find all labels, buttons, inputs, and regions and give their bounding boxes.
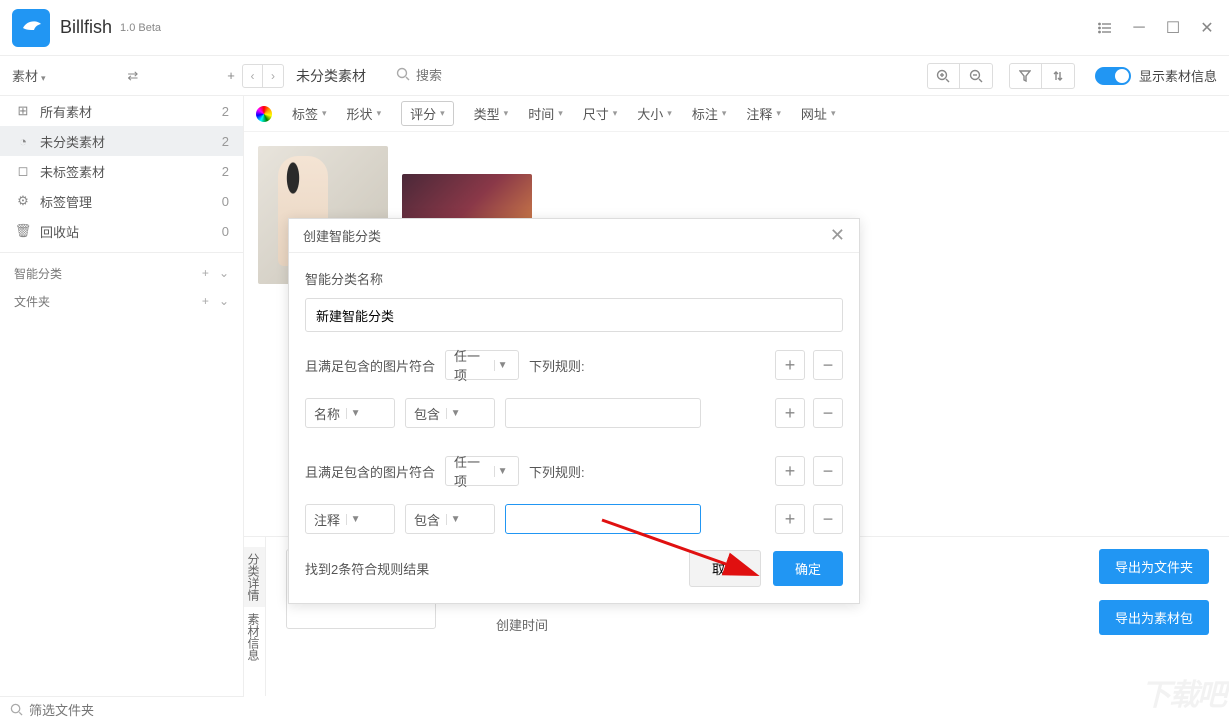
zoom-out-icon[interactable]: [960, 64, 992, 88]
rule-remove-button[interactable]: −: [813, 504, 843, 534]
grid-icon: ⊞: [14, 103, 32, 119]
modal-title: 创建智能分类: [303, 226, 381, 245]
plus-icon[interactable]: +: [202, 266, 209, 280]
sidebar-title[interactable]: 素材: [12, 66, 46, 85]
filter-row: 标签 形状 评分 类型 时间 尺寸 大小 标注 注释 网址: [244, 96, 1229, 132]
bookmark-icon: ◻: [14, 163, 32, 179]
section-folders[interactable]: 文件夹 +⌄: [0, 287, 243, 315]
filter-shape[interactable]: 形状: [347, 104, 382, 123]
search-icon: [10, 703, 23, 719]
rule-add-button[interactable]: +: [775, 398, 805, 428]
sort-icon[interactable]: [1042, 64, 1074, 88]
trash-icon: 🗑: [14, 223, 32, 239]
chevron-down-icon[interactable]: ⌄: [219, 294, 229, 308]
maximize-icon[interactable]: ☐: [1163, 18, 1183, 38]
plus-icon[interactable]: +: [202, 294, 209, 308]
cancel-button[interactable]: 取消: [689, 550, 761, 587]
search-input[interactable]: [416, 68, 576, 83]
cond-select-2[interactable]: 任一项▼: [445, 456, 519, 486]
app-logo: [12, 9, 50, 47]
titlebar: Billfish 1.0 Beta ─ ☐ ✕: [0, 0, 1229, 56]
rule-remove-button[interactable]: −: [813, 350, 843, 380]
filter-icon[interactable]: [1010, 64, 1042, 88]
filter-time[interactable]: 时间: [528, 104, 563, 123]
app-version: 1.0 Beta: [120, 22, 161, 34]
color-filter-icon[interactable]: [256, 106, 272, 122]
section-smart[interactable]: 智能分类 +⌄: [0, 259, 243, 287]
filter-mark[interactable]: 标注: [692, 104, 727, 123]
add-icon[interactable]: +: [220, 65, 242, 87]
breadcrumb: 未分类素材: [296, 66, 366, 86]
zoom-in-icon[interactable]: [928, 64, 960, 88]
info-toggle[interactable]: [1095, 67, 1131, 85]
nav-back[interactable]: ‹: [243, 65, 263, 87]
nav-forward[interactable]: ›: [263, 65, 283, 87]
search-icon: [396, 67, 410, 84]
rule1-value-input[interactable]: [505, 398, 701, 428]
filter-size[interactable]: 尺寸: [583, 104, 618, 123]
cond-select-1[interactable]: 任一项▼: [445, 350, 519, 380]
rule2-field-select[interactable]: 注释▼: [305, 504, 395, 534]
filter-filesize[interactable]: 大小: [637, 104, 672, 123]
chevron-down-icon[interactable]: ⌄: [219, 266, 229, 280]
filter-rating[interactable]: 评分: [401, 101, 454, 126]
filter-tag[interactable]: 标签: [292, 104, 327, 123]
search-box: [396, 67, 576, 84]
rule-remove-button[interactable]: −: [813, 398, 843, 428]
name-label: 智能分类名称: [305, 269, 843, 288]
rule1-field-select[interactable]: 名称▼: [305, 398, 395, 428]
nav-arrows: ‹ ›: [242, 64, 284, 88]
tab-category-detail[interactable]: 分类详情: [244, 547, 265, 607]
create-smart-category-modal: 创建智能分类 ✕ 智能分类名称 且满足包含的图片符合 任一项▼ 下列规则: + …: [288, 218, 860, 604]
filter-type[interactable]: 类型: [474, 104, 509, 123]
sidebar: ⊞ 所有素材 2 ◔ 未分类素材 2 ◻ 未标签素材 2 ⚙ 标签管理 0 🗑 …: [0, 96, 244, 696]
clock-icon: ◔: [14, 134, 32, 149]
sidebar-filter: [0, 696, 244, 724]
rule2-value-input[interactable]: [505, 504, 701, 534]
list-view-icon[interactable]: [1095, 18, 1115, 38]
app-name: Billfish: [60, 17, 112, 38]
sidebar-item-tags[interactable]: ⚙ 标签管理 0: [0, 186, 243, 216]
swap-icon[interactable]: ⇄: [122, 65, 144, 87]
name-input[interactable]: [305, 298, 843, 332]
gear-icon: ⚙: [14, 193, 32, 209]
rule2-op-select[interactable]: 包含▼: [405, 504, 495, 534]
folder-filter-input[interactable]: [29, 703, 205, 718]
rule-add-button[interactable]: +: [775, 504, 805, 534]
minimize-icon[interactable]: ─: [1129, 18, 1149, 38]
meta-created: 创建时间: [496, 615, 548, 634]
filter-note[interactable]: 注释: [746, 104, 781, 123]
filter-url[interactable]: 网址: [801, 104, 836, 123]
rule-add-button[interactable]: +: [775, 350, 805, 380]
ok-button[interactable]: 确定: [773, 551, 843, 586]
result-count: 找到2条符合规则结果: [305, 559, 429, 578]
modal-close-icon[interactable]: ✕: [830, 225, 845, 246]
sidebar-item-trash[interactable]: 🗑 回收站 0: [0, 216, 243, 246]
export-folder-button[interactable]: 导出为文件夹: [1099, 549, 1209, 584]
sidebar-item-all[interactable]: ⊞ 所有素材 2: [0, 96, 243, 126]
info-toggle-label: 显示素材信息: [1139, 66, 1217, 85]
sidebar-item-uncategorized[interactable]: ◔ 未分类素材 2: [0, 126, 243, 156]
tab-material-info[interactable]: 素材信息: [244, 607, 265, 667]
close-icon[interactable]: ✕: [1197, 18, 1217, 38]
rule-remove-button[interactable]: −: [813, 456, 843, 486]
rule1-op-select[interactable]: 包含▼: [405, 398, 495, 428]
toolbar: 素材 ⇄ + ‹ › 未分类素材 显示素材信息: [0, 56, 1229, 96]
sidebar-item-untagged[interactable]: ◻ 未标签素材 2: [0, 156, 243, 186]
rule-add-button[interactable]: +: [775, 456, 805, 486]
export-pack-button[interactable]: 导出为素材包: [1099, 600, 1209, 635]
